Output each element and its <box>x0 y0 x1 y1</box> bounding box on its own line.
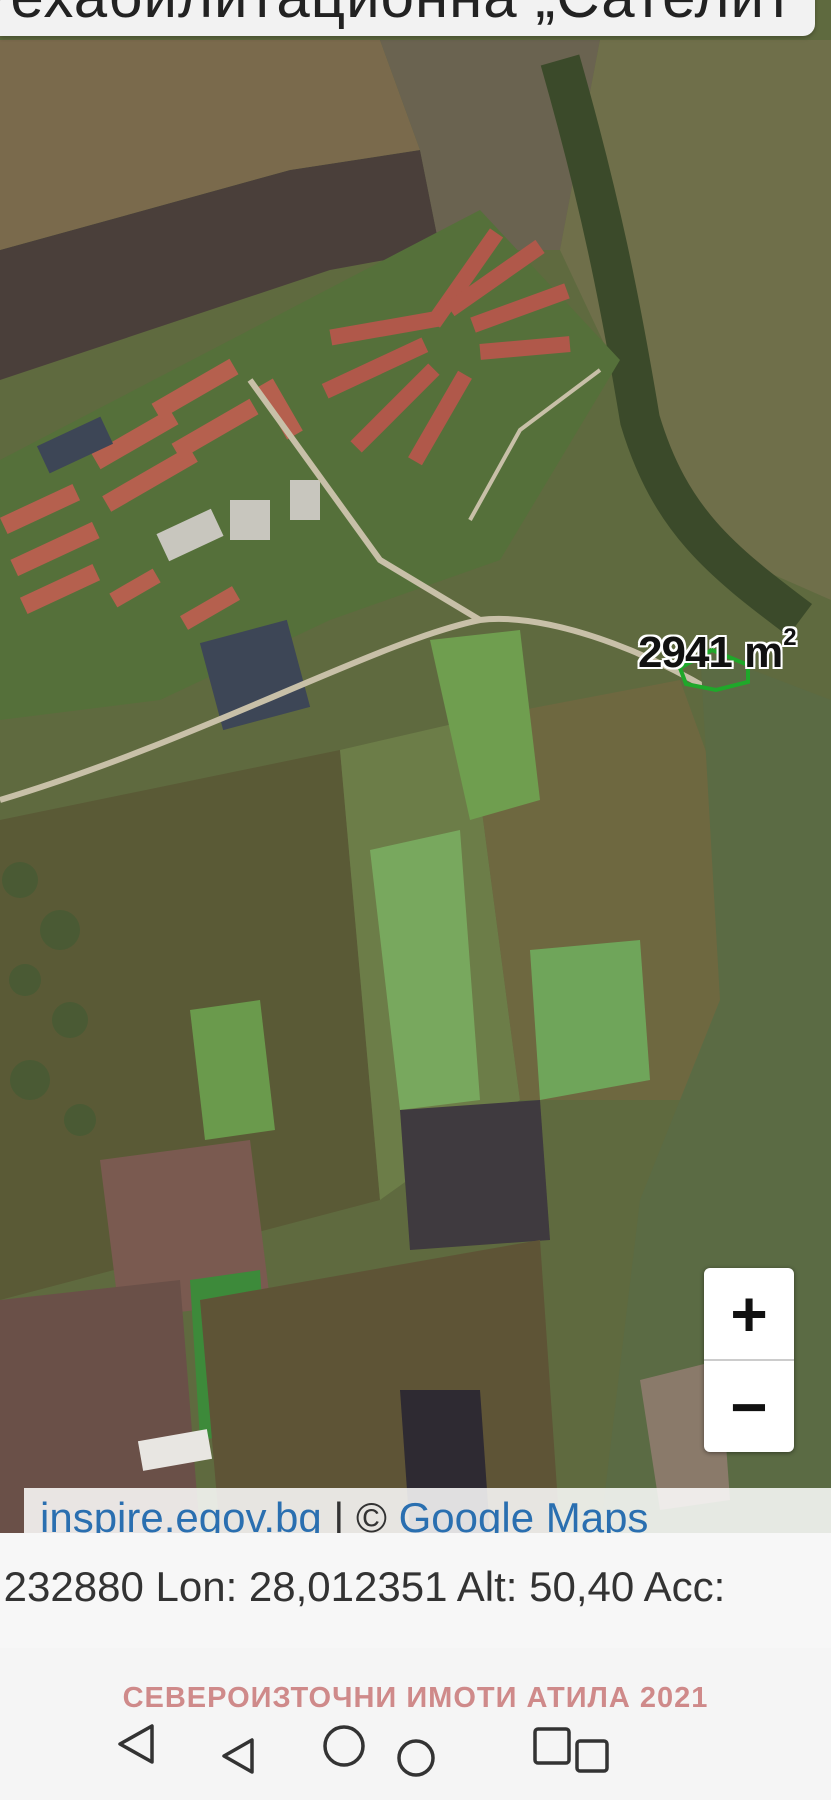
recents-icon-ghost <box>575 1739 609 1773</box>
area-unit: m <box>744 628 784 677</box>
home-icon[interactable] <box>322 1724 366 1768</box>
area-exponent: 2 <box>783 624 797 652</box>
title-text: Рехабилитационна „Сателит“ Преображение <box>0 0 815 31</box>
coordinates-bar: ,232880 Lon: 28,012351 Alt: 50,40 Acc: <box>0 1533 831 1648</box>
back-icon[interactable] <box>114 1722 158 1766</box>
map-attribution: inspire.egov.bg | © Google Maps <box>24 1488 831 1533</box>
title-banner: Рехабилитационна „Сателит“ Преображение <box>0 0 815 36</box>
coordinates-text: ,232880 Lon: 28,012351 Alt: 50,40 Acc: <box>0 1563 726 1610</box>
home-icon-ghost <box>397 1739 435 1777</box>
area-measurement-label: 2941 m2 <box>638 624 797 678</box>
attribution-link-inspire[interactable]: inspire.egov.bg <box>40 1494 322 1533</box>
recents-icon[interactable] <box>532 1726 572 1766</box>
zoom-control: + − <box>704 1268 794 1452</box>
attribution-link-google[interactable]: Google Maps <box>399 1494 649 1533</box>
area-value: 2941 <box>638 628 733 677</box>
zoom-out-button[interactable]: − <box>704 1361 794 1452</box>
system-navigation-bar <box>0 1700 831 1800</box>
attribution-separator: | © <box>321 1494 399 1533</box>
zoom-in-button[interactable]: + <box>704 1268 794 1359</box>
back-icon-ghost <box>222 1738 254 1774</box>
